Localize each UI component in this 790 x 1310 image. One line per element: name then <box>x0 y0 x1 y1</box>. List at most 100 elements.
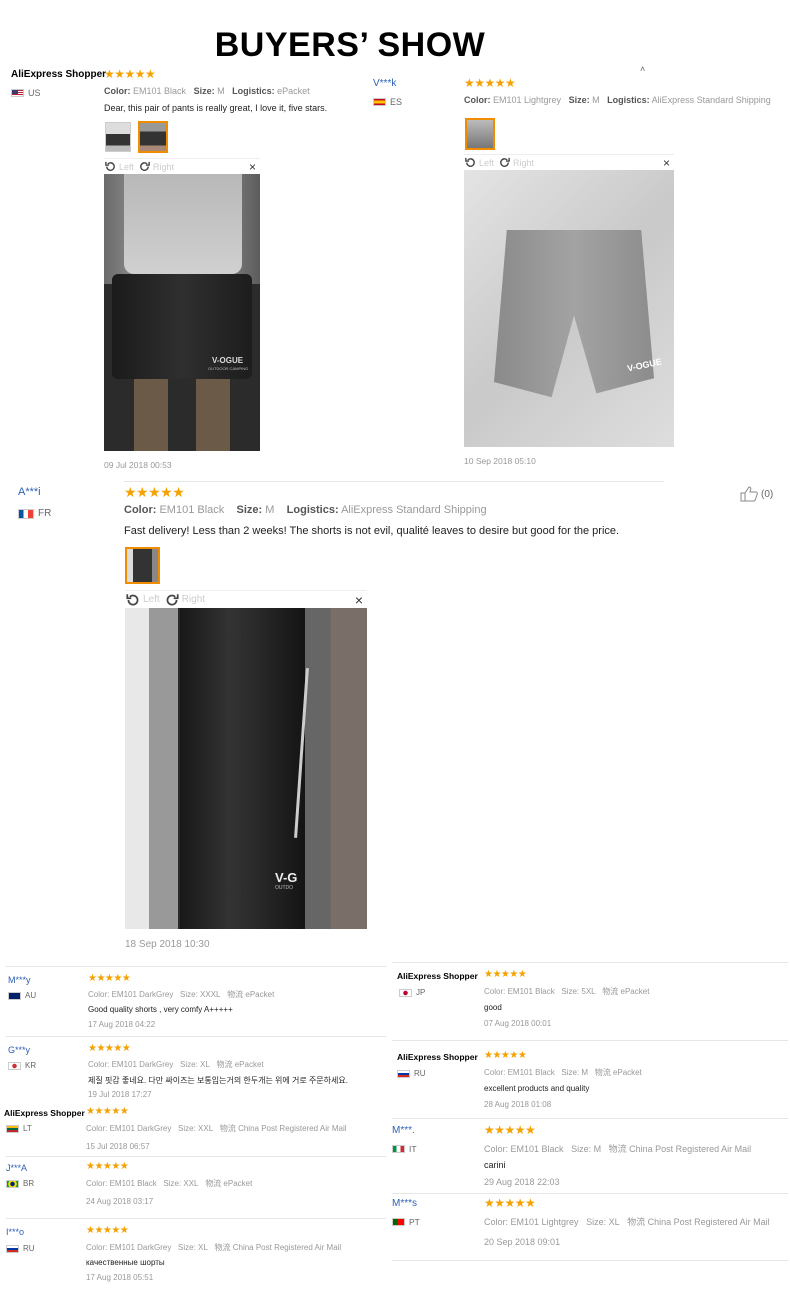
review-date: 20 Sep 2018 09:01 <box>484 1237 561 1247</box>
size-value: M <box>265 504 275 516</box>
reviewer-name: G***y <box>8 1045 31 1055</box>
review-meta: Color: EM101 Black Size: M 物流 ePacket <box>484 1067 642 1078</box>
review-photo[interactable]: V-OGUE OUTDOOR CAMPING <box>104 174 260 451</box>
review-thumbnail-selected[interactable] <box>125 547 160 584</box>
rating-stars: ★★★★★ <box>484 1050 527 1061</box>
country-code: RU <box>414 1069 426 1078</box>
close-viewer-button[interactable]: × <box>663 156 670 170</box>
logistics-value: 物流 China Post Registered Air Mail <box>608 1144 752 1154</box>
rating-stars: ★★★★★ <box>464 76 516 90</box>
color-value: Color: EM101 Black <box>484 987 555 996</box>
review-text: carini <box>484 1160 506 1170</box>
divider <box>6 966 386 967</box>
logistics-value: 物流 China Post Registered Air Mail <box>214 1243 342 1252</box>
review-meta: Color: EM101 Black Size: M Logistics: eP… <box>104 86 310 96</box>
rating-stars: ★★★★★ <box>86 1225 129 1236</box>
size-label: Size: <box>236 504 263 516</box>
photo-brand-subtext: OUTDOOR CAMPING <box>208 366 249 371</box>
rating-stars: ★★★★★ <box>86 1161 129 1172</box>
br-flag-icon <box>6 1179 19 1188</box>
country-code: FR <box>38 508 52 519</box>
lt-flag-icon <box>6 1124 19 1133</box>
photo-leg-right <box>196 379 230 451</box>
rotate-right-label: Right <box>153 161 175 172</box>
photo-leg-left <box>134 379 168 451</box>
rotate-right-button[interactable]: Right <box>498 156 534 169</box>
review-thumbnail-selected[interactable] <box>138 121 168 153</box>
size-value: Size: M <box>561 1068 589 1077</box>
divider <box>392 1040 788 1041</box>
country-code: PT <box>409 1217 420 1227</box>
logistics-label: Logistics: <box>286 504 339 516</box>
logistics-label: Logistics: <box>232 86 275 96</box>
rotate-left-button[interactable]: Left <box>464 156 494 169</box>
review-meta: Color: EM101 DarkGrey Size: XXXL 物流 ePac… <box>88 989 274 1000</box>
photo-viewer-toolbar: Left Right × <box>104 158 260 174</box>
review-date: 17 Aug 2018 05:51 <box>86 1273 154 1282</box>
photo-brand-text: V-OGUE <box>212 356 244 365</box>
rotate-left-button[interactable]: Left <box>125 592 160 608</box>
rotate-right-label: Right <box>513 157 535 168</box>
logistics-label: Logistics: <box>607 95 650 105</box>
review-text: Dear, this pair of pants is really great… <box>104 103 328 113</box>
close-viewer-button[interactable]: × <box>355 592 363 608</box>
color-value: Color: EM101 Black <box>484 1068 555 1077</box>
review-meta: Color: EM101 Lightgrey Size: M Logistics… <box>464 95 771 105</box>
reviewer-country: JP <box>399 988 425 997</box>
close-viewer-button[interactable]: × <box>249 160 256 174</box>
rotate-right-icon <box>500 157 510 167</box>
reviewer-country: RU <box>397 1069 426 1078</box>
color-value: Color: EM101 DarkGrey <box>86 1243 172 1252</box>
review-meta: Color: EM101 Black Size: 5XL 物流 ePacket <box>484 986 649 997</box>
reviewer-country: RU <box>6 1244 35 1253</box>
color-value: Color: EM101 DarkGrey <box>88 990 174 999</box>
logistics-value: 物流 ePacket <box>227 990 275 999</box>
rating-stars: ★★★★★ <box>484 1123 536 1137</box>
color-value: Color: EM101 Black <box>86 1179 157 1188</box>
review-photo[interactable]: V-OGUE <box>464 170 674 447</box>
country-code: KR <box>25 1061 37 1070</box>
rotate-left-icon <box>105 161 115 171</box>
reviewer-country: PT <box>392 1217 420 1227</box>
logistics-value: 物流 China Post Registered Air Mail <box>219 1124 347 1133</box>
review-date: 07 Aug 2018 00:01 <box>484 1019 552 1028</box>
divider <box>392 962 788 963</box>
reviewer-name: J***A <box>6 1163 28 1173</box>
rotate-right-button[interactable]: Right <box>164 592 205 608</box>
country-code: AU <box>25 991 37 1000</box>
review-thumbnail[interactable] <box>105 122 131 152</box>
jp-flag-icon <box>399 988 412 997</box>
it-flag-icon <box>392 1145 405 1153</box>
review-photo[interactable]: V-G OUTDO <box>125 608 367 929</box>
es-flag-icon <box>373 98 386 106</box>
size-value: M <box>592 95 600 105</box>
au-flag-icon <box>8 991 21 1000</box>
rotate-right-icon <box>140 161 150 171</box>
divider <box>6 1156 386 1157</box>
country-code: US <box>28 88 41 98</box>
page-title: BUYERS’ SHOW <box>214 26 486 64</box>
logistics-value: 物流 ePacket <box>594 1068 642 1077</box>
thumbs-up-icon <box>740 486 758 502</box>
size-value: Size: XXXL <box>180 990 221 999</box>
color-value: EM101 Black <box>133 86 187 96</box>
review-date: 09 Jul 2018 00:53 <box>104 460 172 470</box>
collapse-caret-icon[interactable]: ˄ <box>640 64 645 74</box>
photo-shirt <box>124 174 242 274</box>
reviewer-country: US <box>11 88 41 98</box>
review-text: Good quality shorts , very comfy A+++++ <box>88 1005 233 1014</box>
review-meta: Color: EM101 Lightgrey Size: XL 物流 China… <box>484 1215 770 1228</box>
photo-brand-subtext: OUTDO <box>275 885 294 891</box>
review-meta: Color: EM101 Black Size: M 物流 China Post… <box>484 1142 751 1155</box>
review-meta: Color: EM101 Black Size: XXL 物流 ePacket <box>86 1178 252 1189</box>
rotate-left-button[interactable]: Left <box>104 160 134 173</box>
review-date: 10 Sep 2018 05:10 <box>464 456 536 466</box>
helpful-button[interactable]: (0) <box>740 486 773 502</box>
rotate-left-icon <box>465 157 475 167</box>
rating-stars: ★★★★★ <box>86 1106 129 1117</box>
review-thumbnail-selected[interactable] <box>465 118 495 150</box>
size-value: Size: XL <box>180 1060 210 1069</box>
reviewer-country: IT <box>392 1144 417 1154</box>
size-value: Size: XXL <box>163 1179 199 1188</box>
rotate-right-button[interactable]: Right <box>138 160 174 173</box>
